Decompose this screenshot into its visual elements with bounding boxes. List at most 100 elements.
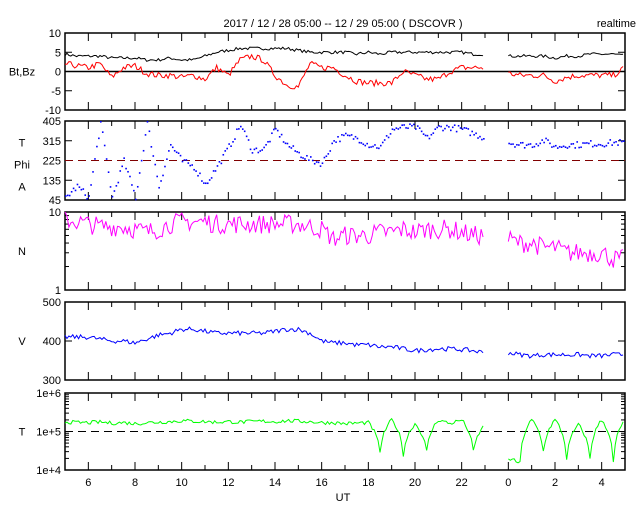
data-point-phi <box>269 140 271 143</box>
data-point-phi <box>125 167 127 170</box>
data-point-phi <box>82 188 85 190</box>
y-tick-label: 315 <box>43 136 61 148</box>
data-point-phi <box>442 129 444 132</box>
data-point-phi <box>195 170 197 172</box>
data-point-phi <box>547 139 549 141</box>
data-point-phi <box>265 143 267 146</box>
data-point-phi <box>453 124 456 127</box>
data-point-phi <box>230 145 232 147</box>
data-point-phi <box>259 150 262 152</box>
y-tick-label: 1e+6 <box>36 388 61 400</box>
data-point-phi <box>407 127 409 130</box>
data-point-phi <box>136 185 139 188</box>
data-point-phi <box>267 140 269 143</box>
data-point-phi <box>278 136 281 138</box>
data-point-phi <box>593 144 596 147</box>
data-point-phi <box>193 168 195 171</box>
data-point-phi <box>150 146 153 148</box>
data-point-phi <box>391 128 394 130</box>
series-line-v <box>64 326 484 354</box>
data-point-phi <box>236 128 238 131</box>
data-point-phi <box>366 142 368 145</box>
data-point-phi <box>539 142 542 145</box>
data-point-phi <box>115 185 118 187</box>
data-point-phi <box>446 124 448 127</box>
y-tick-label: 5 <box>55 47 61 59</box>
data-point-phi <box>395 127 398 129</box>
data-point-phi <box>68 194 71 197</box>
y-tick-label: 45 <box>49 195 61 207</box>
data-point-phi <box>101 131 104 133</box>
data-point-phi <box>424 134 427 137</box>
data-point-phi <box>556 147 559 149</box>
data-point-phi <box>599 144 602 146</box>
data-point-phi <box>621 140 623 143</box>
data-point-phi <box>273 128 275 131</box>
data-point-phi <box>109 186 112 188</box>
y-tick-label: 405 <box>43 116 61 128</box>
data-point-phi <box>138 172 141 174</box>
y-tick-label: 1e+5 <box>36 427 61 439</box>
data-point-phi <box>337 135 339 138</box>
y-tick-label: 300 <box>43 375 61 387</box>
data-point-phi <box>247 139 250 141</box>
chart-canvas: 2017 / 12 / 28 05:00 -- 12 / 29 05:00 ( … <box>9 18 636 504</box>
data-point-phi <box>339 140 341 143</box>
data-point-phi <box>241 128 244 130</box>
data-point-phi <box>564 146 567 149</box>
data-point-phi <box>590 140 592 142</box>
data-point-phi <box>263 146 265 149</box>
data-point-phi <box>354 135 357 138</box>
data-point-phi <box>333 140 335 142</box>
data-point-phi <box>350 134 353 136</box>
y-axis-label: T <box>19 138 26 150</box>
series-line-n <box>64 211 484 247</box>
data-point-phi <box>286 142 289 145</box>
data-point-phi <box>234 138 236 140</box>
data-point-phi <box>300 156 302 159</box>
data-point-phi <box>80 188 83 191</box>
data-point-phi <box>240 125 242 128</box>
data-point-phi <box>584 142 586 144</box>
data-point-phi <box>345 132 347 135</box>
panel-frame-velocity <box>64 301 626 381</box>
data-point-phi <box>92 171 94 173</box>
data-point-phi <box>566 147 569 149</box>
data-point-phi <box>222 153 225 156</box>
data-point-phi <box>541 139 543 141</box>
data-point-phi <box>218 161 221 163</box>
data-point-phi <box>518 144 520 146</box>
data-point-phi <box>418 127 421 129</box>
data-point-phi <box>304 158 306 160</box>
data-point-phi <box>459 127 462 129</box>
data-point-phi <box>613 141 615 144</box>
data-point-phi <box>399 126 402 129</box>
data-point-phi <box>469 134 472 137</box>
data-point-phi <box>171 146 174 149</box>
data-point-phi <box>601 144 604 147</box>
x-tick-label: 12 <box>222 477 234 489</box>
series-line-bt <box>64 46 484 62</box>
data-point-phi <box>467 128 470 130</box>
data-point-phi <box>521 141 524 144</box>
data-point-phi <box>105 158 108 160</box>
data-point-phi <box>531 146 534 149</box>
data-point-phi <box>216 165 219 167</box>
data-point-phi <box>393 128 396 131</box>
data-point-phi <box>578 146 580 149</box>
data-point-phi <box>88 195 90 197</box>
realtime-label: realtime <box>597 18 636 30</box>
data-point-phi <box>508 142 510 145</box>
data-point-phi <box>516 143 518 146</box>
data-point-phi <box>607 142 610 144</box>
data-point-phi <box>465 127 468 130</box>
data-point-phi <box>426 134 429 137</box>
data-point-phi <box>319 165 322 167</box>
data-point-phi <box>537 144 540 147</box>
y-axis-label: Phi <box>14 160 30 172</box>
data-point-phi <box>364 144 367 147</box>
x-tick-label: 20 <box>409 477 421 489</box>
data-point-phi <box>405 127 407 129</box>
data-point-phi <box>327 153 330 155</box>
data-point-phi <box>315 161 318 163</box>
